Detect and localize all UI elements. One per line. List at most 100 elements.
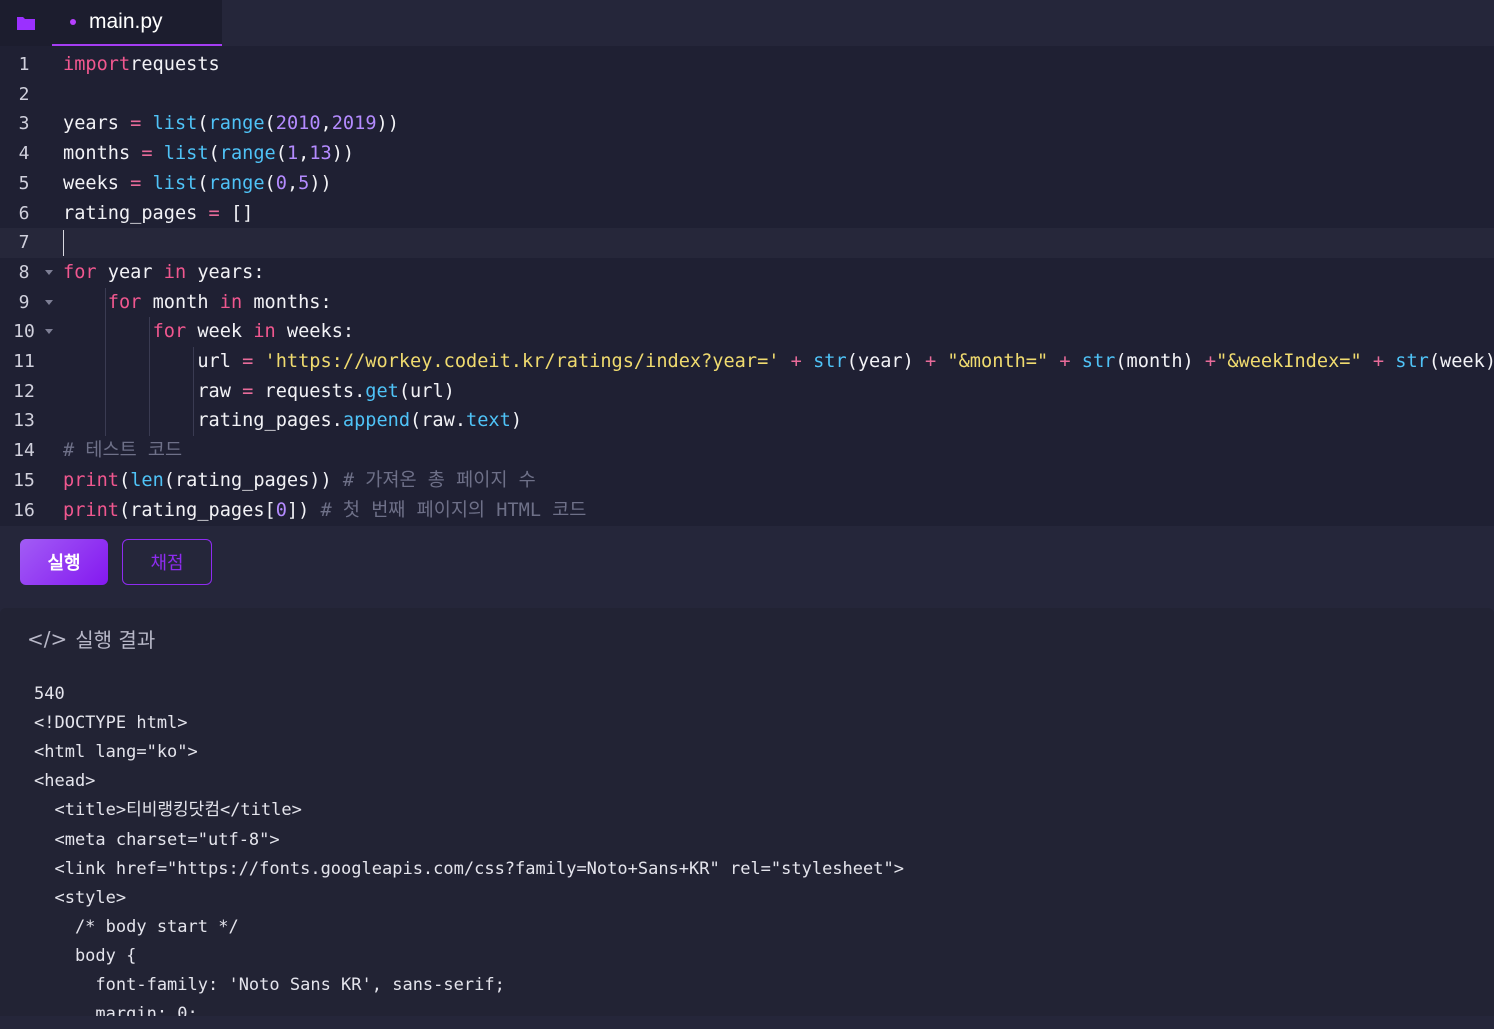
code-token: ( (264, 113, 276, 135)
code-text: years = list(range(2010,2019)) (63, 109, 399, 139)
output-line: body { (34, 945, 137, 966)
output-panel: </> 실행 결과 540 <!DOCTYPE html> <html lang="… (0, 608, 1494, 1016)
tab-main-py[interactable]: main.py (52, 0, 222, 46)
code-token: years: (186, 261, 265, 283)
code-token: list (163, 143, 209, 165)
code-line[interactable]: 9 for month in months: (0, 287, 1494, 318)
code-token: (url) (398, 380, 455, 402)
code-editor[interactable]: 1 importrequests 2 3 years = list(range(2010… (0, 46, 1494, 526)
code-line[interactable]: 4 months = list(range(1,13)) (0, 139, 1494, 169)
code-token: ( (208, 143, 220, 165)
fold-arrow-icon[interactable] (45, 269, 53, 275)
code-token: (year) (846, 351, 914, 372)
tab-bar: main.py (0, 0, 1494, 46)
code-token: , (298, 143, 310, 165)
code-line[interactable]: 11 url = 'https://workey.codeit.kr/ratin… (0, 347, 1494, 377)
code-line[interactable]: 16 print(rating_pages[0]) # 첫 번째 페이지의 HTM… (0, 496, 1494, 526)
code-line[interactable]: 12 raw = requests.get(url) (0, 376, 1494, 407)
code-token: list (152, 172, 198, 194)
code-token: weeks (63, 172, 119, 194)
code-token: # 첫 번째 페이지의 HTML 코드 (320, 499, 587, 521)
code-token: [] (230, 202, 254, 224)
line-number: 1 (18, 54, 30, 75)
code-text: months = list(range(1,13)) (63, 139, 354, 169)
unsaved-dot-icon (70, 19, 76, 25)
output-line: font-family: 'Noto Sans KR', sans-serif; (34, 975, 505, 995)
code-token: str (1395, 351, 1429, 372)
text-cursor (63, 230, 64, 257)
code-token: (week) (1428, 351, 1494, 372)
code-line[interactable]: 7 (0, 228, 1494, 259)
code-token: range (219, 143, 276, 165)
output-line: <style> (34, 887, 127, 908)
code-token: "&weekIndex=" (1216, 351, 1362, 372)
fold-arrow-icon[interactable] (45, 329, 53, 335)
line-number: 10 (13, 321, 35, 343)
code-token: requests (130, 54, 220, 75)
code-token: months: (242, 291, 332, 313)
code-line[interactable]: 8 for year in years: (0, 258, 1494, 288)
code-token: + (1204, 351, 1217, 372)
code-token: 0 (275, 499, 287, 521)
code-token: )) (309, 172, 332, 194)
code-token: in (163, 261, 187, 283)
code-token: = (230, 380, 265, 402)
code-token: url (63, 351, 231, 372)
output-line: 540 (34, 684, 65, 704)
file-explorer-button[interactable] (0, 0, 52, 46)
bottom-strip (0, 1016, 1494, 1029)
code-text: rating_pages = [] (63, 199, 253, 229)
code-token: len (130, 469, 164, 491)
code-token: years (63, 113, 119, 135)
code-token: text (466, 410, 511, 432)
code-line[interactable]: 6 rating_pages = [] (0, 199, 1494, 229)
code-line[interactable]: 3 years = list(range(2010,2019)) (0, 109, 1494, 139)
output-title: 실행 결과 (75, 628, 156, 652)
code-token: ( (197, 113, 209, 135)
code-token: (month) (1115, 351, 1205, 372)
code-token: print (63, 499, 119, 521)
code-line[interactable]: 13 rating_pages.append(raw.text) (0, 406, 1494, 437)
code-token: = (230, 351, 265, 372)
code-token: 5 (298, 172, 310, 194)
code-token: str (1081, 351, 1116, 372)
run-button[interactable]: 실행 (20, 539, 108, 585)
code-token: ( (118, 469, 131, 491)
code-token: 13 (309, 143, 332, 165)
output-line: margin: 0; (34, 1004, 198, 1016)
code-token: month (141, 291, 220, 313)
code-text: print(rating_pages[0]) # 첫 번째 페이지의 HTML … (63, 496, 586, 526)
code-text: url = 'https://workey.codeit.kr/ratings/… (63, 347, 1494, 377)
code-token: ( (197, 172, 209, 194)
grade-button[interactable]: 채점 (122, 539, 212, 585)
code-token: (rating_pages)) (163, 469, 343, 491)
output-line: <title>티비랭킹닷컴</title> (34, 800, 302, 821)
code-token: ( (275, 143, 287, 165)
line-number: 15 (13, 469, 35, 491)
code-text: for month in months: (63, 288, 332, 318)
code-token: week (186, 321, 254, 343)
code-token: range (208, 113, 265, 135)
code-token: + (1361, 351, 1396, 372)
code-line[interactable]: 10 for week in weeks: (0, 317, 1494, 348)
code-line[interactable]: 14 # 테스트 코드 (0, 436, 1494, 466)
line-number: 2 (18, 83, 30, 105)
fold-arrow-icon[interactable] (45, 299, 53, 305)
code-token: )) (331, 143, 355, 165)
code-token: = (118, 172, 153, 194)
output-line: <link href="https://fonts.googleapis.com… (34, 858, 904, 879)
code-line[interactable]: 1 importrequests (0, 50, 1494, 80)
code-token: 2010 (275, 113, 321, 135)
line-number: 5 (18, 172, 30, 194)
code-line[interactable]: 2 (0, 80, 1494, 110)
code-line[interactable]: 5 weeks = list(range(0,5)) (0, 169, 1494, 199)
code-token: months (63, 143, 131, 165)
code-token: = (130, 143, 164, 165)
code-token: ]) (286, 499, 321, 521)
code-token: )) (376, 113, 399, 135)
code-token: = (118, 113, 153, 135)
code-token: + (779, 351, 814, 372)
code-line[interactable]: 15 print(len(rating_pages)) # 가져온 총 페이지 수 (0, 466, 1494, 496)
code-text: # 테스트 코드 (63, 436, 182, 466)
